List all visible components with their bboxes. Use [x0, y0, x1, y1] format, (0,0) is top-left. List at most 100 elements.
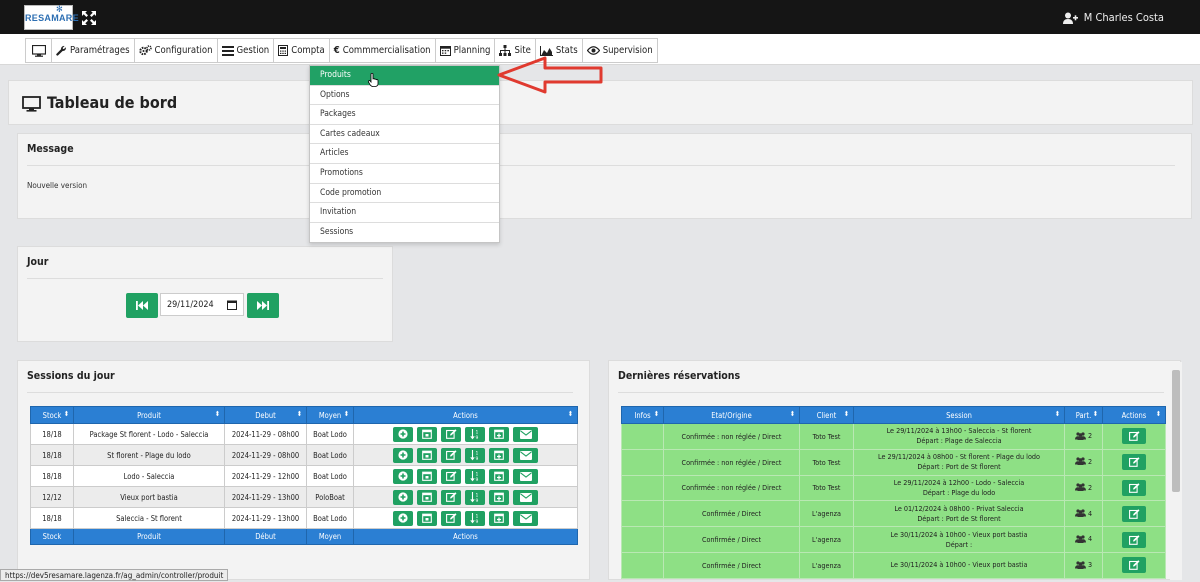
plus-circle-button[interactable] — [393, 447, 413, 463]
plus-circle-button[interactable] — [393, 426, 413, 442]
resamare-logo[interactable]: ✻ RESAMARE — [24, 5, 79, 30]
cell-infos — [621, 526, 664, 553]
col-moyen[interactable]: Moyen ⬍ — [306, 406, 354, 424]
plus-circle-button[interactable] — [393, 489, 413, 505]
participants-count: 2 — [1087, 482, 1093, 492]
cell-produit: Saleccia - St florent — [73, 507, 225, 529]
calendar-plus-icon — [494, 450, 504, 460]
col-produit[interactable]: Produit ⬍ — [73, 406, 225, 424]
calendar-button[interactable] — [417, 468, 437, 484]
envelope-button[interactable] — [513, 468, 538, 484]
dropdown-item-promotions[interactable]: Promotions — [310, 164, 499, 184]
next-day-button[interactable] — [247, 293, 279, 318]
sort-numeric-button[interactable]: 19 — [465, 510, 485, 526]
calendar-icon — [422, 513, 432, 523]
calendar-icon[interactable] — [227, 300, 237, 310]
svg-text:9: 9 — [476, 477, 479, 482]
edit-button[interactable] — [1122, 505, 1146, 522]
cell-client: Toto Test — [799, 448, 854, 476]
envelope-button[interactable] — [513, 510, 538, 526]
envelope-button[interactable] — [513, 426, 538, 442]
menu-configuration[interactable]: Configuration — [135, 39, 218, 62]
cell-actions — [1102, 500, 1166, 528]
svg-text:1: 1 — [476, 450, 479, 456]
plus-circle-button[interactable] — [393, 510, 413, 526]
cell-actions — [1102, 474, 1166, 502]
sort-numeric-button[interactable]: 19 — [465, 489, 485, 505]
calendar-button[interactable] — [417, 426, 437, 442]
dropdown-item-invitation[interactable]: Invitation — [310, 203, 499, 223]
fullscreen-icon[interactable] — [81, 10, 97, 26]
user-plus-icon — [1062, 12, 1078, 24]
page-scrollbar[interactable] — [1170, 362, 1182, 580]
euro-icon: € — [333, 45, 340, 56]
session-depart: Départ : — [945, 539, 973, 549]
svg-text:9: 9 — [476, 519, 479, 524]
envelope-button[interactable] — [513, 489, 538, 505]
menu-gestion[interactable]: Gestion — [218, 39, 275, 62]
sort-numeric-button[interactable]: 19 — [465, 426, 485, 442]
edit-icon — [1128, 560, 1140, 571]
table-row: 18/18 Lodo - Saleccia 2024-11-29 - 12h00 Bo… — [30, 465, 578, 487]
calendar-button[interactable] — [417, 510, 437, 526]
menu-parametrages[interactable]: Paramétrages — [52, 39, 135, 62]
cell-part: 3 — [1064, 551, 1103, 579]
col-part[interactable]: Part. ⬍ — [1064, 406, 1103, 424]
col-infos[interactable]: Infos ⬍ — [621, 406, 664, 424]
menu-compta[interactable]: Compta — [274, 39, 330, 62]
col-client[interactable]: Client ⬍ — [799, 406, 854, 424]
calendar-plus-button[interactable] — [489, 489, 509, 505]
envelope-icon — [519, 492, 532, 502]
menu-planning[interactable]: Planning — [436, 39, 496, 62]
dropdown-item-cartes-cadeaux[interactable]: Cartes cadeaux — [310, 125, 499, 145]
col-etat-origine[interactable]: Etat/Origine ⬍ — [663, 406, 800, 424]
previous-day-button[interactable] — [126, 293, 158, 318]
calendar-button[interactable] — [417, 489, 437, 505]
dropdown-item-articles[interactable]: Articles — [310, 144, 499, 164]
dropdown-item-options[interactable]: Options — [310, 86, 499, 106]
cell-produit: Vieux port bastia — [73, 486, 225, 508]
edit-button[interactable] — [1122, 454, 1146, 471]
dropdown-item-code-promotion[interactable]: Code promotion — [310, 184, 499, 204]
svg-text:9: 9 — [476, 435, 479, 440]
edit-button[interactable] — [1122, 428, 1146, 445]
edit-button[interactable] — [1122, 531, 1146, 548]
plus-circle-button[interactable] — [393, 468, 413, 484]
edit-button[interactable] — [1122, 557, 1146, 574]
sort-numeric-button[interactable]: 19 — [465, 447, 485, 463]
menu-commercialisation[interactable]: € Commmercialisation — [330, 39, 436, 62]
dropdown-item-packages[interactable]: Packages — [310, 105, 499, 125]
cell-part: 4 — [1064, 500, 1103, 528]
sort-numeric-button[interactable]: 19 — [465, 468, 485, 484]
calendar-plus-button[interactable] — [489, 426, 509, 442]
edit-button[interactable] — [441, 489, 461, 505]
calendar-button[interactable] — [417, 447, 437, 463]
edit-icon — [1128, 509, 1140, 519]
edit-button[interactable] — [441, 468, 461, 484]
edit-button[interactable] — [1122, 479, 1146, 496]
cell-debut: 2024-11-29 - 13h00 — [224, 507, 307, 529]
col-actions[interactable]: Actions ⬍ — [353, 406, 578, 424]
table-row: 18/18 Package St florent - Lodo - Salecci… — [30, 423, 578, 445]
calendar-plus-button[interactable] — [489, 447, 509, 463]
dropdown-item-produits[interactable]: Produits — [310, 66, 499, 86]
col-stock[interactable]: Stock ⬍ — [30, 406, 74, 424]
edit-button[interactable] — [441, 447, 461, 463]
col-session[interactable]: Session ⬍ — [853, 406, 1065, 424]
calendar-plus-button[interactable] — [489, 468, 509, 484]
participants-count: 3 — [1087, 560, 1093, 570]
page-title: Tableau de bord — [47, 93, 178, 112]
cell-produit: Package St florent - Lodo - Saleccia — [73, 423, 225, 445]
edit-button[interactable] — [441, 510, 461, 526]
menu-dashboard[interactable] — [26, 39, 52, 62]
user-menu[interactable]: M Charles Costa — [1062, 11, 1164, 24]
date-input[interactable]: 29/11/2024 — [160, 293, 244, 316]
envelope-button[interactable] — [513, 447, 538, 463]
calendar-plus-button[interactable] — [489, 510, 509, 526]
col-debut[interactable]: Debut ⬍ — [224, 406, 307, 424]
session-line: Le 29/11/2024 à 08h00 - St florent - Pla… — [878, 452, 1040, 462]
red-arrow-annotation — [497, 56, 603, 94]
col-resa-actions[interactable]: Actions ⬍ — [1102, 406, 1166, 424]
dropdown-item-sessions[interactable]: Sessions — [310, 223, 499, 243]
edit-button[interactable] — [441, 426, 461, 442]
